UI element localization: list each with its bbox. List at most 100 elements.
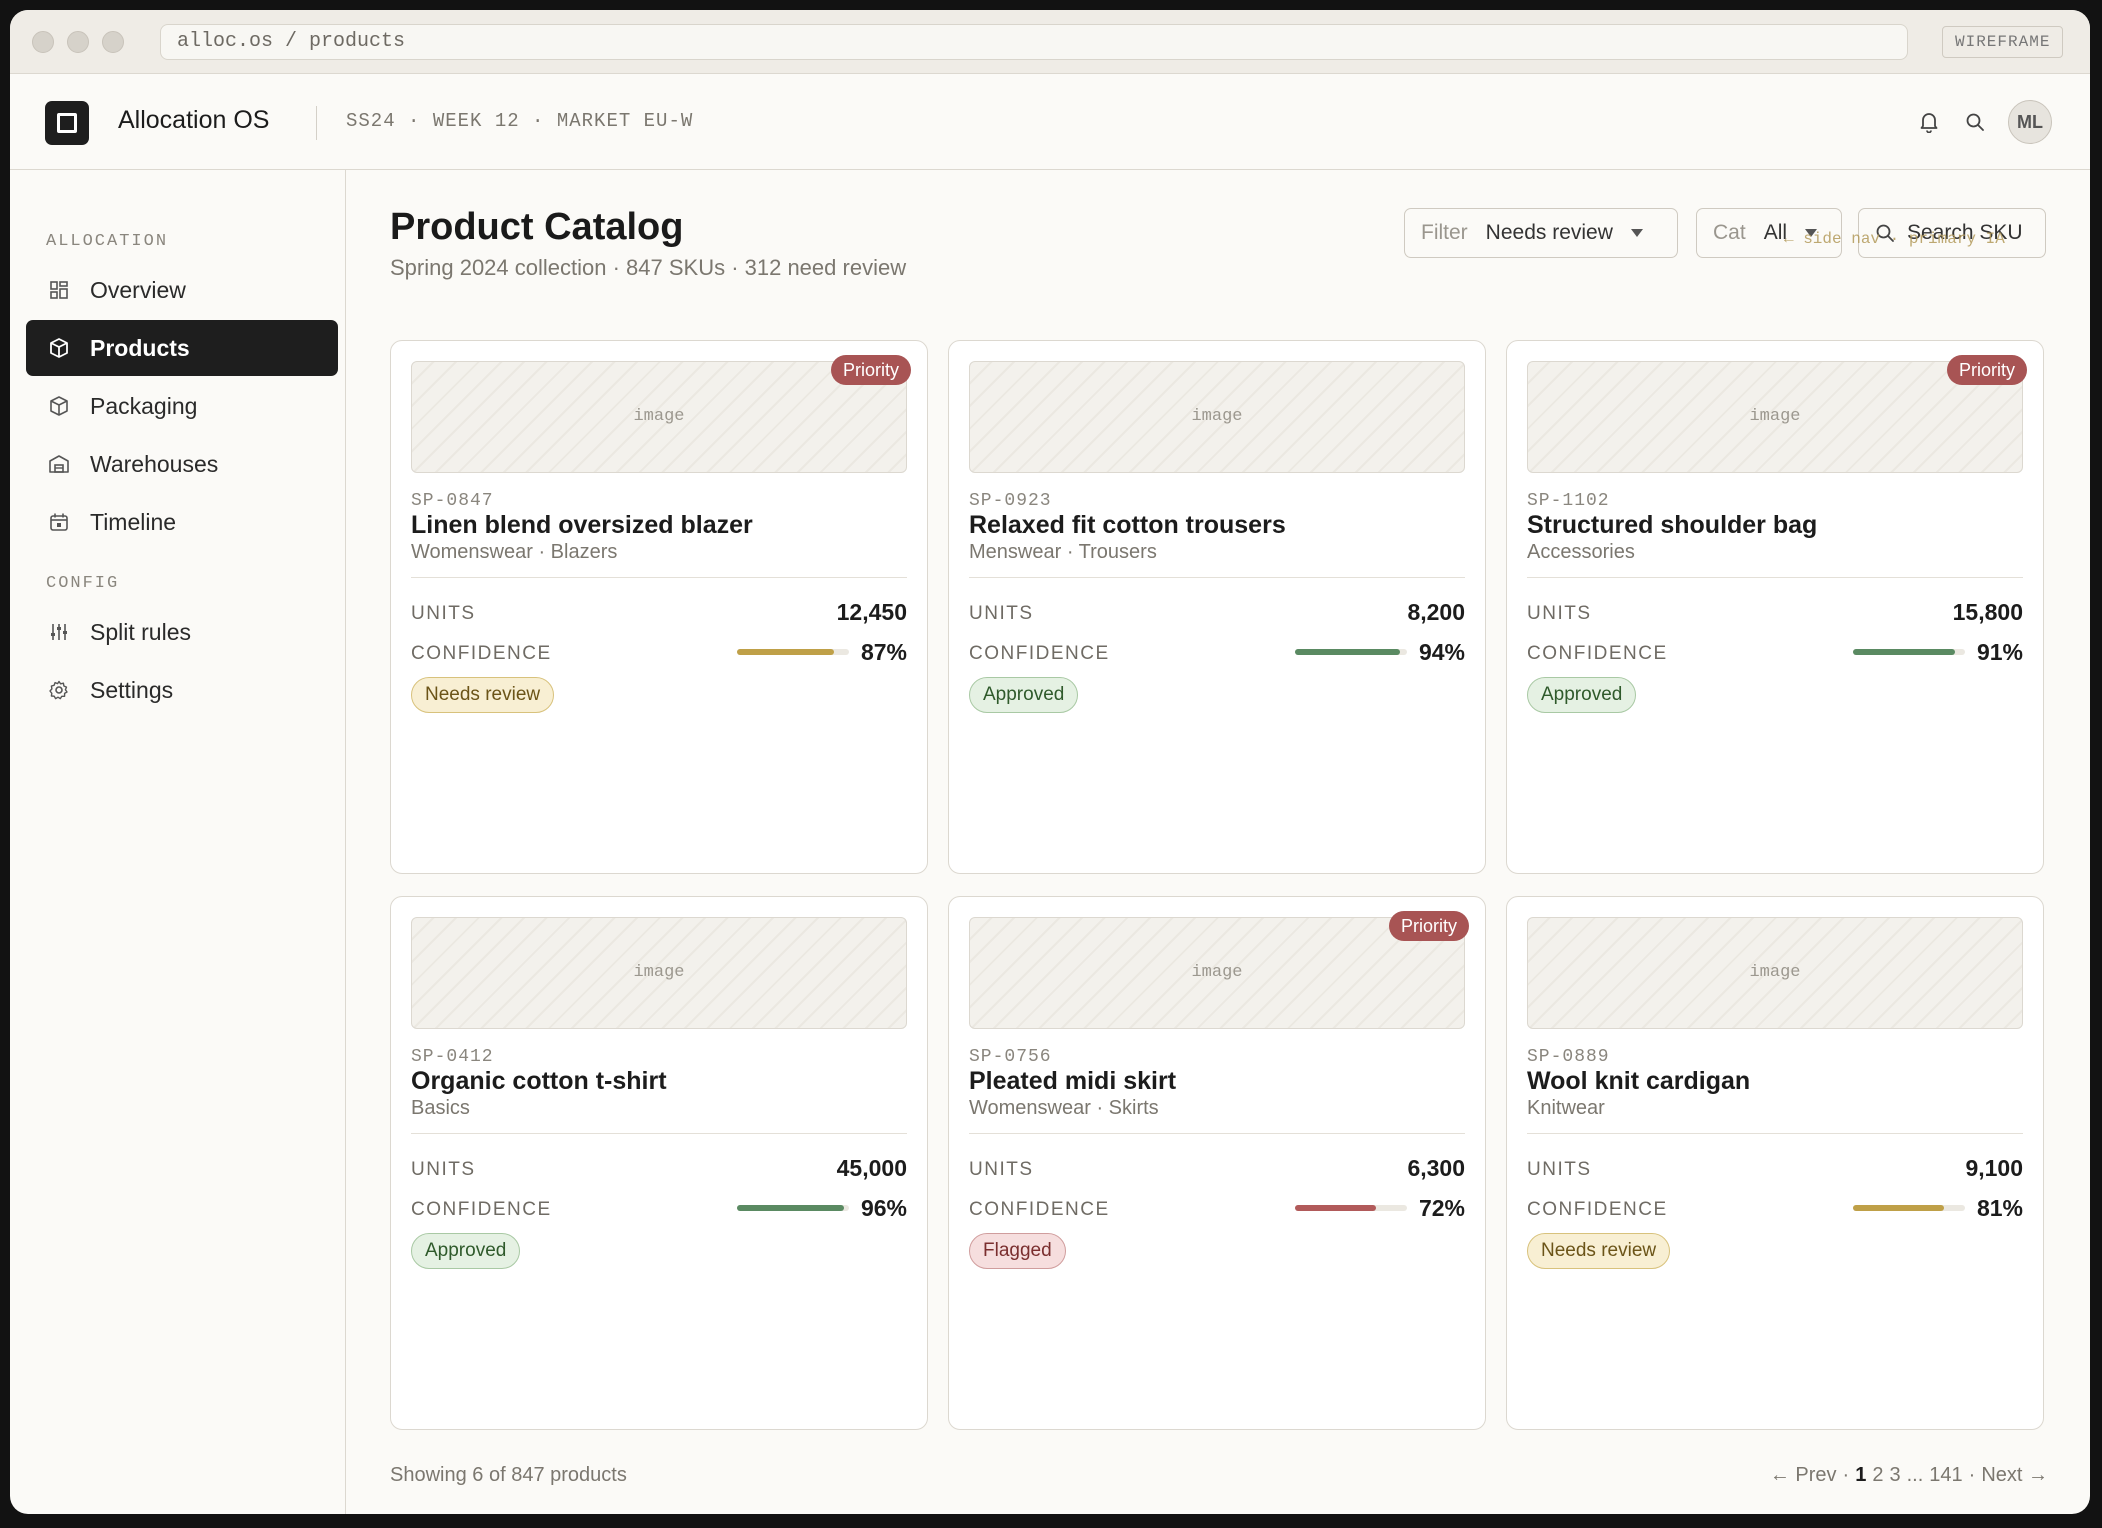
confidence-value: 96% bbox=[860, 1195, 907, 1221]
grid-icon bbox=[46, 277, 72, 303]
product-card[interactable]: image Priority SP-0847 Linen blend oversize… bbox=[390, 340, 928, 874]
priority-badge: Priority bbox=[1946, 355, 2027, 385]
filter-select[interactable]: Filter Needs review bbox=[1404, 208, 1678, 258]
app-window: alloc.os / products WIREFRAME Allocation… bbox=[10, 10, 2090, 1514]
sidebar-item-label: Timeline bbox=[90, 508, 177, 535]
units-value: 15,800 bbox=[1952, 599, 2023, 625]
gear-icon bbox=[46, 677, 72, 703]
confidence-label: CONFIDENCE bbox=[969, 1199, 1110, 1220]
sidebar-item-timeline[interactable]: Timeline bbox=[26, 494, 338, 550]
page-link[interactable]: 1 bbox=[1855, 1464, 1866, 1487]
maximize-window-button[interactable] bbox=[102, 31, 124, 53]
header-divider bbox=[316, 106, 317, 140]
product-category: Accessories bbox=[1527, 541, 1635, 563]
confidence-bar bbox=[1294, 1205, 1407, 1211]
pager-separator: · bbox=[1968, 1464, 1976, 1486]
status-badge: Needs review bbox=[1527, 1233, 1671, 1269]
sidebar-item-split-rules[interactable]: Split rules bbox=[26, 604, 338, 660]
units-label: UNITS bbox=[1527, 603, 1592, 624]
product-name[interactable]: Organic cotton t-shirt bbox=[411, 1067, 667, 1096]
context-breadcrumb: SS24 · WEEK 12 · MARKET EU-W bbox=[346, 110, 694, 132]
confidence-label: CONFIDENCE bbox=[969, 643, 1110, 664]
units-label: UNITS bbox=[411, 603, 476, 624]
sliders-icon bbox=[46, 619, 72, 645]
package-icon bbox=[46, 393, 72, 419]
product-card[interactable]: image Priority SP-1102 Structured shoulder … bbox=[1506, 340, 2044, 874]
status-badge: Approved bbox=[969, 677, 1079, 713]
confidence-bar-fill bbox=[736, 649, 835, 655]
sidebar-section-allocation: ALLOCATION bbox=[46, 232, 169, 251]
url-bar[interactable]: alloc.os / products bbox=[160, 24, 1908, 60]
minimize-window-button[interactable] bbox=[67, 31, 89, 53]
product-sku: SP-0923 bbox=[969, 491, 1052, 511]
wireframe-tag: WIREFRAME bbox=[1942, 26, 2064, 58]
confidence-value: 81% bbox=[1976, 1195, 2023, 1221]
confidence-bar bbox=[1852, 649, 1965, 655]
wireframe-annotation: ← side nav · primary IA bbox=[1784, 230, 2005, 248]
pagination: ← Prev · 1 2 3... 141 · Next → bbox=[1770, 1464, 2048, 1487]
card-divider bbox=[411, 1133, 907, 1134]
warehouse-icon bbox=[46, 451, 72, 477]
status-badge: Approved bbox=[411, 1233, 521, 1269]
app-logo[interactable] bbox=[45, 101, 89, 145]
units-label: UNITS bbox=[969, 1159, 1034, 1180]
product-name[interactable]: Wool knit cardigan bbox=[1527, 1067, 1750, 1096]
units-value: 8,200 bbox=[1407, 599, 1465, 625]
units-value: 6,300 bbox=[1407, 1155, 1465, 1181]
product-card[interactable]: image SP-0889 Wool knit cardigan Knitwear UN… bbox=[1506, 896, 2044, 1430]
confidence-bar bbox=[1852, 1205, 1965, 1211]
product-category: Menswear · Trousers bbox=[969, 541, 1157, 563]
confidence-bar bbox=[736, 649, 849, 655]
status-badge: Needs review bbox=[411, 677, 555, 713]
page-link[interactable]: 3 bbox=[1889, 1464, 1900, 1487]
units-value: 9,100 bbox=[1965, 1155, 2023, 1181]
card-divider bbox=[969, 577, 1465, 578]
page-link[interactable]: 2 bbox=[1872, 1464, 1883, 1487]
priority-badge: Priority bbox=[1388, 911, 1469, 941]
units-value: 45,000 bbox=[836, 1155, 907, 1181]
page-link[interactable]: 141 bbox=[1929, 1464, 1962, 1487]
confidence-bar-fill bbox=[1294, 649, 1401, 655]
next-page-link[interactable]: Next → bbox=[1981, 1464, 2048, 1487]
product-name[interactable]: Linen blend oversized blazer bbox=[411, 511, 753, 540]
sidebar-item-label: Warehouses bbox=[90, 450, 219, 477]
product-card[interactable]: image Priority SP-0756 Pleated midi skirt Wo… bbox=[948, 896, 1486, 1430]
sidebar-item-settings[interactable]: Settings bbox=[26, 662, 338, 718]
sidebar-item-products[interactable]: Products bbox=[26, 320, 338, 376]
units-label: UNITS bbox=[1527, 1159, 1592, 1180]
filter-value: Needs review bbox=[1485, 221, 1613, 244]
confidence-value: 91% bbox=[1976, 639, 2023, 665]
bell-icon[interactable] bbox=[1914, 107, 1944, 137]
product-name[interactable]: Pleated midi skirt bbox=[969, 1067, 1176, 1096]
product-sku: SP-0889 bbox=[1527, 1047, 1610, 1067]
product-card[interactable]: image SP-0923 Relaxed fit cotton trousers M… bbox=[948, 340, 1486, 874]
confidence-bar-fill bbox=[1852, 1205, 1944, 1211]
box-icon bbox=[46, 335, 72, 361]
product-image-placeholder: image bbox=[411, 917, 907, 1029]
browser-titlebar: alloc.os / products WIREFRAME bbox=[10, 10, 2090, 74]
confidence-bar-fill bbox=[1852, 649, 1955, 655]
card-divider bbox=[1527, 577, 2023, 578]
page-title: Product Catalog bbox=[390, 206, 684, 248]
confidence-label: CONFIDENCE bbox=[411, 1199, 552, 1220]
sidebar-item-label: Packaging bbox=[90, 392, 198, 419]
product-name[interactable]: Structured shoulder bag bbox=[1527, 511, 1817, 540]
product-card[interactable]: image SP-0412 Organic cotton t-shirt Basics… bbox=[390, 896, 928, 1430]
prev-page-link[interactable]: ← Prev bbox=[1770, 1464, 1837, 1487]
priority-badge: Priority bbox=[830, 355, 911, 385]
sidebar-item-overview[interactable]: Overview bbox=[26, 262, 338, 318]
avatar[interactable]: ML bbox=[2008, 100, 2052, 144]
close-window-button[interactable] bbox=[32, 31, 54, 53]
sidebar-item-packaging[interactable]: Packaging bbox=[26, 378, 338, 434]
confidence-bar bbox=[1294, 649, 1407, 655]
status-badge: Approved bbox=[1527, 677, 1637, 713]
pager-ellipsis: ... bbox=[1906, 1464, 1924, 1486]
card-divider bbox=[969, 1133, 1465, 1134]
sidebar-item-warehouses[interactable]: Warehouses bbox=[26, 436, 338, 492]
product-sku: SP-0847 bbox=[411, 491, 494, 511]
product-name[interactable]: Relaxed fit cotton trousers bbox=[969, 511, 1286, 540]
search-icon[interactable] bbox=[1960, 107, 1990, 137]
chevron-down-icon bbox=[1630, 229, 1643, 237]
confidence-bar-fill bbox=[1294, 1205, 1376, 1211]
units-label: UNITS bbox=[969, 603, 1034, 624]
